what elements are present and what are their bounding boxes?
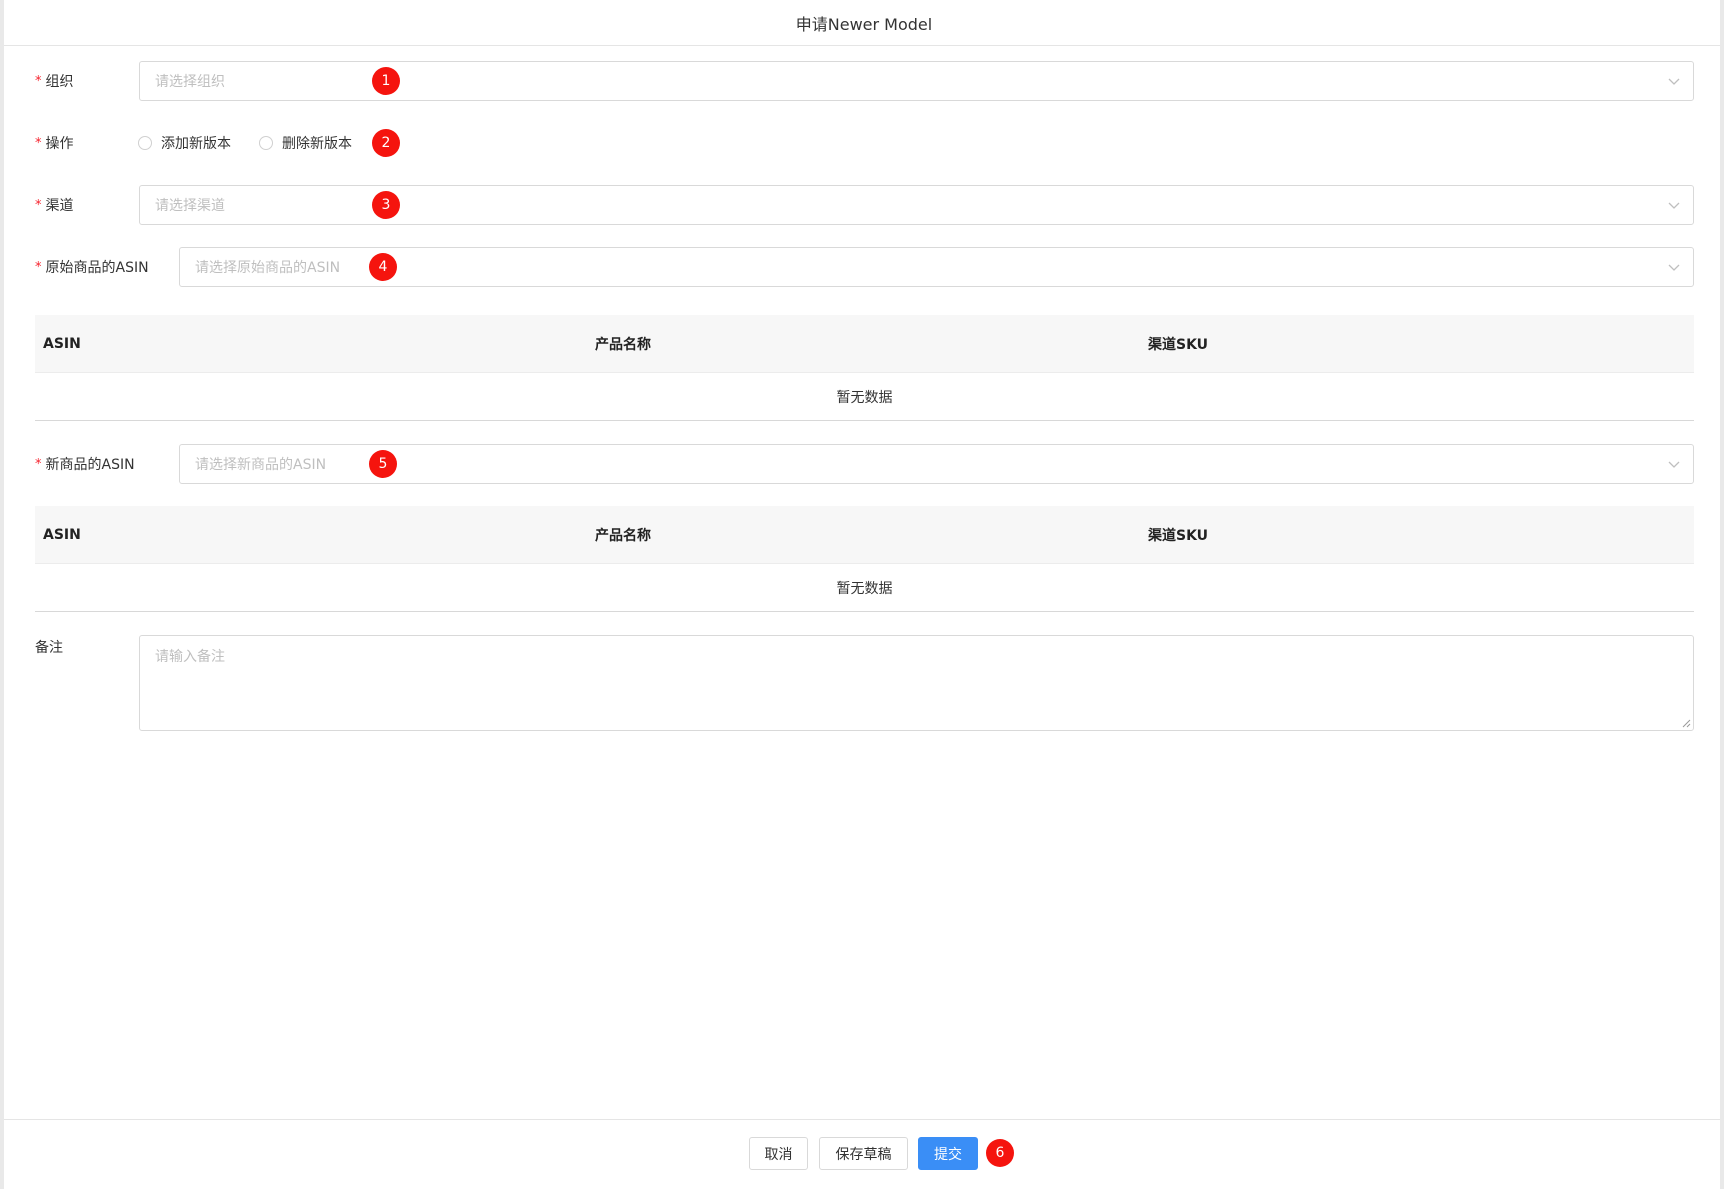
new-asin-placeholder: 请选择新商品的ASIN (195, 457, 327, 473)
new-asin-label-text: 新商品的ASIN (45, 457, 135, 473)
dialog-title: 申请Newer Model (795, 14, 933, 34)
annotation-badge-2: 2 (372, 129, 400, 157)
original-asin-label: * 原始商品的ASIN (35, 247, 149, 287)
column-channel-sku: 渠道SKU (1148, 527, 1209, 544)
operation-row: * 操作 添加新版本 删除新版本 2 (4, 123, 1724, 163)
dialog-footer: 取消 保存草稿 提交 6 (4, 1119, 1724, 1189)
column-asin: ASIN (43, 335, 81, 352)
remark-label-text: 备注 (35, 640, 63, 656)
resize-handle-icon[interactable] (1682, 719, 1691, 728)
new-products-table: ASIN 产品名称 渠道SKU 暂无数据 (35, 506, 1694, 612)
radio-circle-icon[interactable] (138, 136, 152, 150)
empty-text: 暂无数据 (836, 580, 893, 597)
operation-label-text: 操作 (45, 136, 74, 152)
annotation-badge-6: 6 (986, 1139, 1014, 1167)
column-product-name: 产品名称 (595, 527, 651, 544)
column-asin: ASIN (43, 526, 81, 543)
table-header: ASIN 产品名称 渠道SKU (35, 506, 1694, 563)
page-edge (1720, 0, 1724, 1189)
required-mark: * (35, 197, 42, 213)
table-empty-row: 暂无数据 (35, 372, 1694, 421)
annotation-badge-4: 4 (369, 253, 397, 281)
apply-newer-model-dialog: 申请Newer Model * 组织 请选择组织 1 * 操作 添加新版本 删除… (4, 0, 1724, 1189)
new-asin-row: * 新商品的ASIN 请选择新商品的ASIN 5 (4, 444, 1724, 484)
submit-button[interactable]: 提交 (918, 1137, 978, 1170)
table-header: ASIN 产品名称 渠道SKU (35, 315, 1694, 372)
required-mark: * (35, 73, 42, 89)
empty-text: 暂无数据 (836, 389, 893, 406)
channel-label-text: 渠道 (45, 198, 74, 214)
chevron-down-icon (1668, 202, 1680, 209)
annotation-badge-3: 3 (372, 191, 400, 219)
original-asin-label-text: 原始商品的ASIN (45, 260, 149, 276)
required-mark: * (35, 135, 42, 151)
remark-placeholder: 请输入备注 (155, 649, 225, 665)
original-asin-row: * 原始商品的ASIN 请选择原始商品的ASIN 4 (4, 247, 1724, 287)
chevron-down-icon (1668, 264, 1680, 271)
radio-add-label: 添加新版本 (161, 136, 231, 152)
radio-delete-label: 删除新版本 (282, 136, 352, 152)
column-product-name: 产品名称 (595, 336, 651, 353)
column-channel-sku: 渠道SKU (1148, 336, 1209, 353)
required-mark: * (35, 456, 42, 472)
annotation-badge-5: 5 (369, 450, 397, 478)
required-mark: * (35, 259, 42, 275)
org-select-placeholder: 请选择组织 (155, 74, 225, 90)
new-asin-select[interactable]: 请选择新商品的ASIN (179, 444, 1694, 484)
original-asin-select[interactable]: 请选择原始商品的ASIN (179, 247, 1694, 287)
table-empty-row: 暂无数据 (35, 563, 1694, 612)
remark-label: 备注 (35, 637, 63, 657)
cancel-button[interactable]: 取消 (749, 1137, 808, 1170)
radio-circle-icon[interactable] (259, 136, 273, 150)
dialog-body: * 组织 请选择组织 1 * 操作 添加新版本 删除新版本 2 * 渠道 请选择… (4, 46, 1724, 1119)
operation-label: * 操作 (35, 123, 74, 163)
chevron-down-icon (1668, 78, 1680, 85)
remark-textarea[interactable]: 请输入备注 (139, 635, 1694, 731)
new-asin-label: * 新商品的ASIN (35, 444, 135, 484)
dialog-header: 申请Newer Model (4, 0, 1724, 46)
channel-row: * 渠道 请选择渠道 3 (4, 185, 1724, 225)
operation-radio-group: 添加新版本 删除新版本 (138, 123, 380, 163)
original-products-table: ASIN 产品名称 渠道SKU 暂无数据 (35, 315, 1694, 421)
save-draft-button[interactable]: 保存草稿 (819, 1137, 908, 1170)
radio-add-new-version[interactable]: 添加新版本 (138, 133, 231, 153)
chevron-down-icon (1668, 461, 1680, 468)
org-row: * 组织 请选择组织 1 (4, 61, 1724, 101)
channel-label: * 渠道 (35, 185, 74, 225)
original-asin-placeholder: 请选择原始商品的ASIN (195, 260, 341, 276)
org-label: * 组织 (35, 61, 74, 101)
radio-delete-new-version[interactable]: 删除新版本 (259, 133, 352, 153)
channel-select-placeholder: 请选择渠道 (155, 198, 225, 214)
annotation-badge-1: 1 (372, 67, 400, 95)
org-label-text: 组织 (45, 74, 74, 90)
